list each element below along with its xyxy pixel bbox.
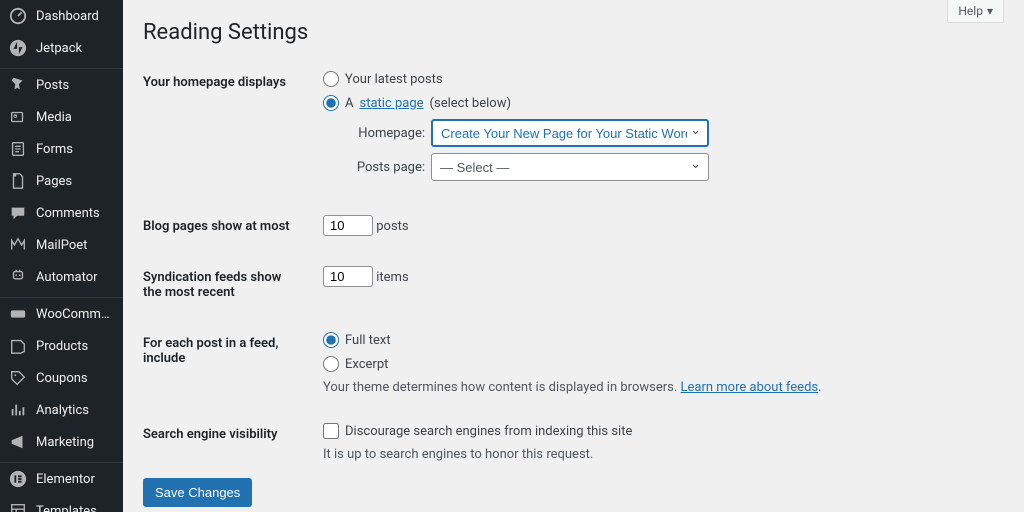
sidebar-item-label: Templates (36, 504, 97, 512)
seo-checkbox-label[interactable]: Discourage search engines from indexing … (345, 424, 632, 439)
templates-icon (8, 501, 28, 512)
sidebar-item-marketing[interactable]: Marketing (0, 426, 123, 458)
sidebar-item-coupons[interactable]: Coupons (0, 362, 123, 394)
feed-desc-suffix: . (818, 380, 821, 395)
sidebar-item-forms[interactable]: Forms (0, 133, 123, 165)
sidebar-item-label: MailPoet (36, 238, 87, 253)
sidebar-item-label: Pages (36, 174, 72, 189)
sidebar-item-label: Jetpack (36, 41, 82, 56)
comments-icon (8, 203, 28, 223)
sidebar-item-elementor[interactable]: Elementor (0, 463, 123, 495)
elementor-icon (8, 469, 28, 489)
blog-pages-heading: Blog pages show at most (143, 201, 313, 252)
radio-excerpt-label[interactable]: Excerpt (345, 357, 388, 372)
sidebar-item-label: Posts (36, 78, 69, 93)
radio-full-text-label[interactable]: Full text (345, 333, 391, 348)
radio-excerpt[interactable] (323, 356, 339, 372)
forms-icon (8, 139, 28, 159)
syndication-heading: Syndication feeds show the most recent (143, 252, 313, 318)
sidebar-item-comments[interactable]: Comments (0, 197, 123, 229)
blog-pages-input[interactable] (323, 215, 373, 236)
static-suffix: (select below) (430, 96, 511, 111)
seo-checkbox[interactable] (323, 423, 339, 439)
sidebar-item-label: Products (36, 339, 88, 354)
postspage-select[interactable]: — Select — (431, 153, 709, 181)
seo-heading: Search engine visibility (143, 409, 313, 476)
sidebar-item-label: Media (36, 110, 72, 125)
sidebar-item-analytics[interactable]: Analytics (0, 394, 123, 426)
products-icon (8, 336, 28, 356)
marketing-icon (8, 432, 28, 452)
postspage-select-label: Posts page: (345, 160, 425, 175)
sidebar-item-label: Analytics (36, 403, 89, 418)
radio-static-page[interactable] (323, 95, 339, 111)
sidebar-item-jetpack[interactable]: Jetpack (0, 32, 123, 64)
page-title: Reading Settings (143, 0, 1004, 57)
sidebar-item-label: Dashboard (36, 9, 99, 24)
admin-sidebar: Dashboard Jetpack Posts Media Forms Page… (0, 0, 123, 512)
dashboard-icon (8, 6, 28, 26)
sidebar-item-automator[interactable]: Automator (0, 261, 123, 293)
automator-icon (8, 267, 28, 287)
pin-icon (8, 75, 28, 95)
pages-icon (8, 171, 28, 191)
feed-heading: For each post in a feed, include (143, 318, 313, 409)
help-label: Help (958, 4, 983, 18)
homepage-select[interactable]: Create Your New Page for Your Static Wor… (431, 119, 709, 147)
radio-latest-posts[interactable] (323, 71, 339, 87)
feed-description: Your theme determines how content is dis… (323, 380, 994, 395)
media-icon (8, 107, 28, 127)
sidebar-item-label: WooCommerce (36, 307, 115, 322)
radio-static-page-label[interactable]: A static page (select below) (345, 96, 511, 111)
sidebar-item-woocommerce[interactable]: WooCommerce (0, 298, 123, 330)
static-page-link[interactable]: static page (359, 96, 423, 111)
analytics-icon (8, 400, 28, 420)
homepage-select-label: Homepage: (345, 126, 425, 141)
syndication-input[interactable] (323, 266, 373, 287)
sidebar-item-label: Elementor (36, 472, 95, 487)
homepage-displays-heading: Your homepage displays (143, 57, 313, 201)
feed-desc-prefix: Your theme determines how content is dis… (323, 380, 681, 395)
woo-icon (8, 304, 28, 324)
jetpack-icon (8, 38, 28, 58)
static-prefix: A (345, 96, 353, 111)
sidebar-item-label: Automator (36, 270, 98, 285)
sidebar-item-templates[interactable]: Templates (0, 495, 123, 512)
coupons-icon (8, 368, 28, 388)
sidebar-item-mailpoet[interactable]: MailPoet (0, 229, 123, 261)
learn-more-feeds-link[interactable]: Learn more about feeds (681, 380, 819, 395)
syndication-suffix: items (376, 270, 408, 285)
sidebar-item-label: Coupons (36, 371, 88, 386)
help-tab[interactable]: Help ▾ (947, 0, 1004, 23)
sidebar-item-label: Comments (36, 206, 100, 221)
radio-latest-posts-label[interactable]: Your latest posts (345, 72, 443, 87)
sidebar-item-label: Forms (36, 142, 73, 157)
main-content: Help ▾ Reading Settings Your homepage di… (123, 0, 1024, 512)
sidebar-item-products[interactable]: Products (0, 330, 123, 362)
mailpoet-icon (8, 235, 28, 255)
radio-full-text[interactable] (323, 332, 339, 348)
chevron-down-icon: ▾ (987, 4, 993, 18)
sidebar-item-posts[interactable]: Posts (0, 69, 123, 101)
save-changes-button[interactable]: Save Changes (143, 478, 252, 507)
sidebar-item-media[interactable]: Media (0, 101, 123, 133)
sidebar-item-dashboard[interactable]: Dashboard (0, 0, 123, 32)
sidebar-item-pages[interactable]: Pages (0, 165, 123, 197)
seo-description: It is up to search engines to honor this… (323, 447, 994, 462)
sidebar-item-label: Marketing (36, 435, 94, 450)
blog-pages-suffix: posts (376, 219, 408, 234)
